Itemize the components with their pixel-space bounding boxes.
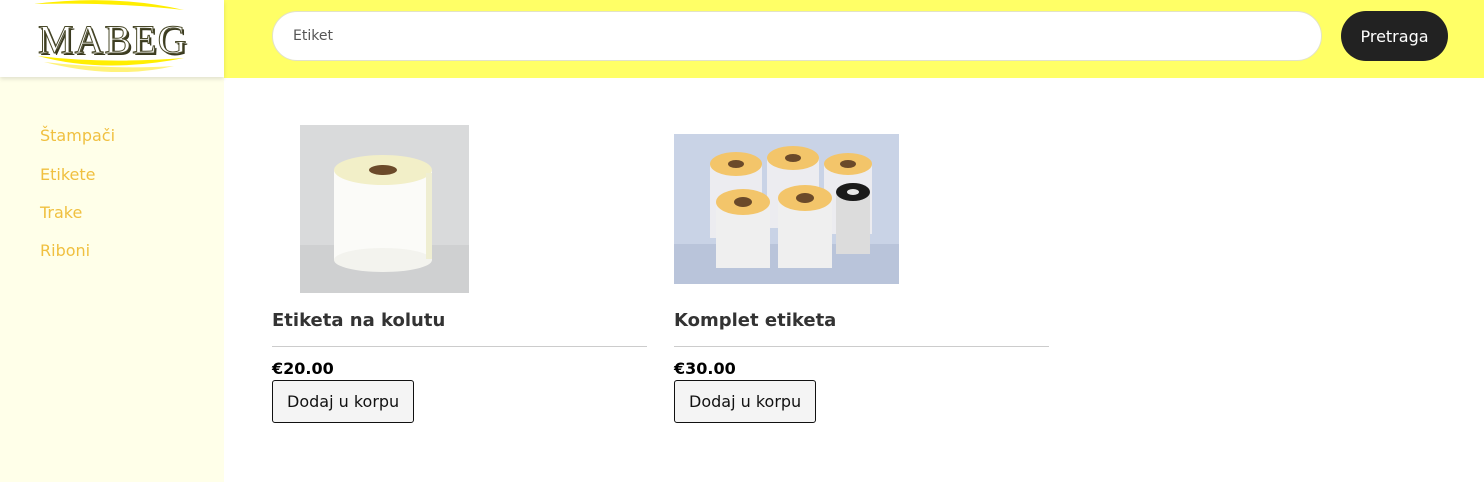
- top-header: Pretraga: [224, 0, 1484, 78]
- product-price: €30.00: [674, 359, 736, 378]
- product-title[interactable]: Komplet etiketa: [674, 310, 836, 331]
- category-sidebar: Štampači Etikete Trake Riboni: [0, 77, 224, 482]
- search-button[interactable]: Pretraga: [1341, 11, 1448, 61]
- add-to-cart-button[interactable]: Dodaj u korpu: [674, 380, 817, 423]
- sidebar-item-stampaci[interactable]: Štampači: [40, 126, 115, 145]
- product-title[interactable]: Etiketa na kolutu: [272, 310, 445, 331]
- product-price: €20.00: [272, 359, 334, 378]
- brand-logo: MABEG: [37, 17, 188, 63]
- sidebar-item-etikete[interactable]: Etikete: [40, 165, 95, 184]
- add-to-cart-button[interactable]: Dodaj u korpu: [272, 380, 415, 423]
- sidebar-item-riboni[interactable]: Riboni: [40, 241, 90, 260]
- search-input[interactable]: [272, 11, 1322, 61]
- product-image-label-roll[interactable]: [300, 125, 469, 293]
- product-divider: [272, 346, 647, 347]
- logo-container[interactable]: MABEG: [0, 0, 224, 77]
- sidebar-item-trake[interactable]: Trake: [40, 203, 82, 222]
- product-image-label-set[interactable]: [674, 134, 899, 284]
- product-divider: [674, 346, 1049, 347]
